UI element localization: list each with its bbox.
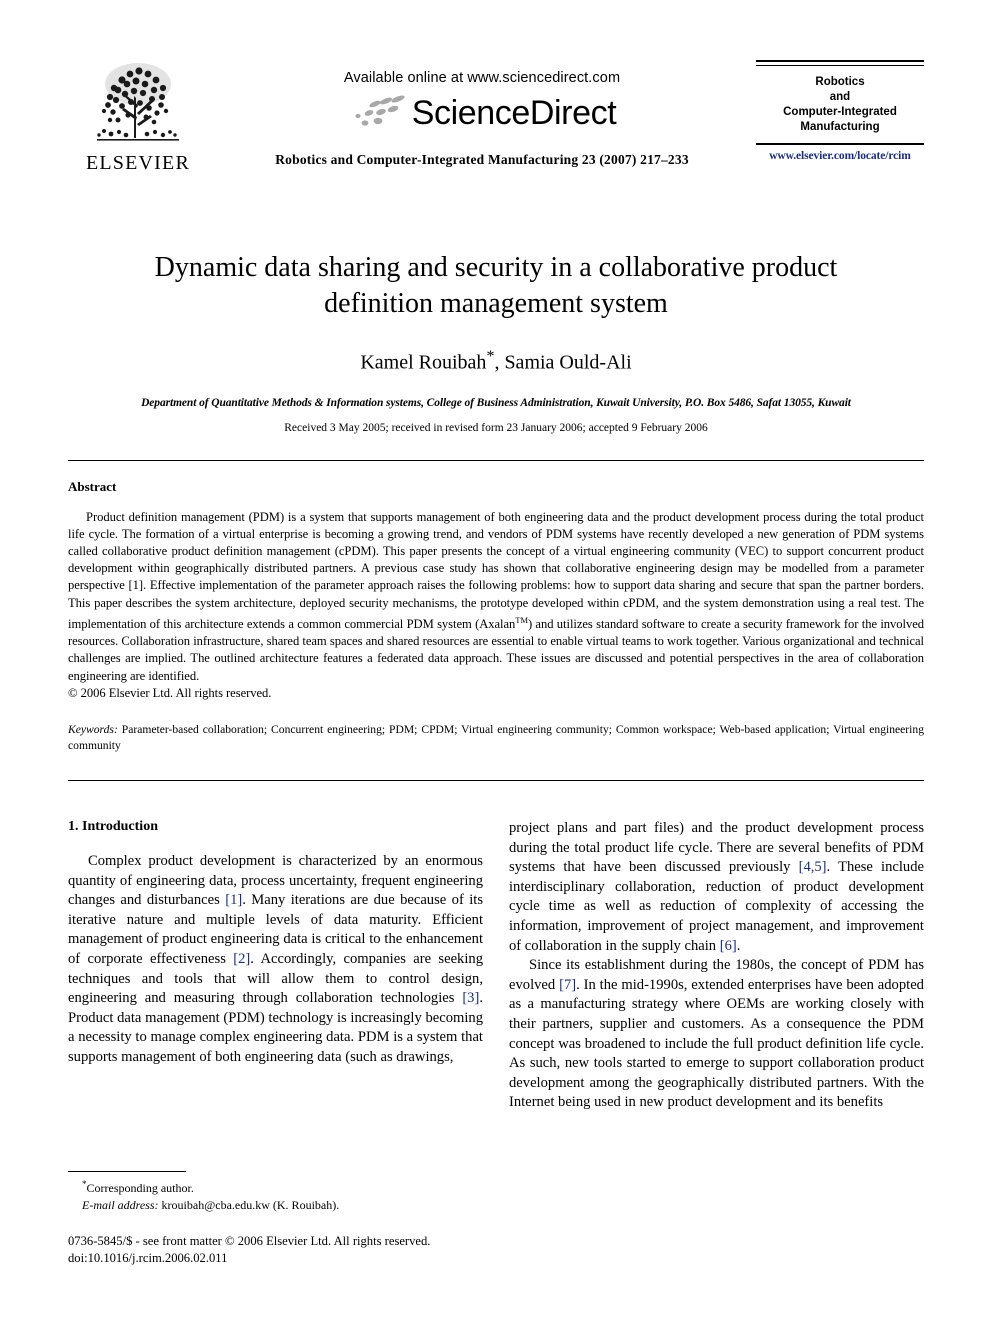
elsevier-tree-icon <box>97 63 179 141</box>
doi-line[interactable]: doi:10.1016/j.rcim.2006.02.011 <box>68 1250 498 1267</box>
journal-homepage-link[interactable]: www.elsevier.com/locate/rcim <box>756 150 924 162</box>
elsevier-wordmark: ELSEVIER <box>85 152 191 174</box>
keywords-line: Keywords: Parameter-based collaboration;… <box>68 722 924 754</box>
abstract-heading: Abstract <box>68 478 117 494</box>
journal-name-line-3: Computer-Integrated <box>783 106 897 118</box>
journal-name-line-2: and <box>829 91 851 103</box>
author-name-primary: Kamel Rouibah <box>360 351 487 374</box>
corresponding-author-text: Corresponding author. <box>86 1181 194 1195</box>
body-columns: 1. Introduction Complex product developm… <box>68 819 924 1113</box>
footnote-area: *Corresponding author. E-mail address: k… <box>68 1171 498 1267</box>
abstract-bottom-rule <box>68 780 924 782</box>
citation-ref-4-5[interactable]: [4,5] <box>799 859 827 875</box>
citation-ref-6[interactable]: [6] <box>720 938 737 954</box>
journal-name-line-4: Manufacturing <box>800 121 880 133</box>
author-name-secondary: , Samia Ould-Ali <box>494 351 632 374</box>
corresponding-author-note: *Corresponding author. <box>68 1176 498 1197</box>
keywords-label: Keywords: <box>68 723 118 737</box>
citation-ref-3[interactable]: [3] <box>462 990 479 1006</box>
email-label: E-mail address: <box>82 1197 159 1212</box>
paragraph-intro-1: Complex product development is character… <box>68 852 483 1068</box>
email-address[interactable]: krouibah@cba.edu.kw (K. Rouibah). <box>159 1198 340 1212</box>
elsevier-logo: ELSEVIER <box>68 58 208 175</box>
journal-citation-line: Robotics and Computer-Integrated Manufac… <box>275 152 689 167</box>
abstract-top-rule <box>68 459 924 461</box>
trademark-marker: TM <box>515 614 528 625</box>
author-list: Kamel Rouibah*, Samia Ould-Ali <box>68 348 924 375</box>
journal-title-box: Robotics and Computer-Integrated Manufac… <box>756 58 924 162</box>
sciencedirect-wordmark: ScienceDirect <box>411 93 617 132</box>
journal-name: Robotics and Computer-Integrated Manufac… <box>756 75 924 135</box>
footnote-rule <box>68 1171 186 1172</box>
section-heading-introduction: 1. Introduction <box>68 819 158 835</box>
citation-ref-2[interactable]: [2] <box>233 951 250 967</box>
page-title: Dynamic data sharing and security in a c… <box>154 252 838 319</box>
abstract-text-part-1: Product definition management (PDM) is a… <box>68 509 924 632</box>
article-history: Received 3 May 2005; received in revised… <box>284 421 708 434</box>
citation-ref-1[interactable]: [1] <box>225 892 242 908</box>
paragraph-intro-2: Since its establishment during the 1980s… <box>509 956 924 1113</box>
journal-box-top-rule <box>756 60 924 66</box>
email-note: E-mail address: krouibah@cba.edu.kw (K. … <box>68 1197 498 1214</box>
imprint-block: 0736-5845/$ - see front matter © 2006 El… <box>68 1233 498 1267</box>
masthead: ELSEVIER Available online at www.science… <box>68 0 924 208</box>
sciencedirect-swoosh-icon <box>355 95 405 126</box>
right-column: project plans and part files) and the pr… <box>509 819 924 1113</box>
abstract-copyright: © 2006 Elsevier Ltd. All rights reserved… <box>68 685 272 700</box>
affiliation: Department of Quantitative Methods & Inf… <box>141 396 851 409</box>
sciencedirect-block: Available online at www.sciencedirect.co… <box>208 58 756 168</box>
available-online-text: Available online at www.sciencedirect.co… <box>343 70 621 86</box>
paragraph-intro-1-continued: project plans and part files) and the pr… <box>509 819 924 956</box>
journal-box-bottom-rule <box>756 143 924 145</box>
journal-name-line-1: Robotics <box>815 76 865 88</box>
left-column: 1. Introduction Complex product developm… <box>68 819 483 1113</box>
issn-front-matter: 0736-5845/$ - see front matter © 2006 El… <box>68 1234 431 1248</box>
paper-page: ELSEVIER Available online at www.science… <box>0 0 992 1323</box>
sciencedirect-logo: ScienceDirect <box>208 92 756 134</box>
intro2-text-b: . In the mid-1990s, extended enterprises… <box>509 976 924 1111</box>
intro-cont-text-c: . <box>736 937 741 954</box>
abstract-text: Product definition management (PDM) is a… <box>68 509 924 702</box>
citation-ref-7[interactable]: [7] <box>559 977 576 993</box>
keywords-value: Parameter-based collaboration; Concurren… <box>68 723 924 753</box>
title-area: Dynamic data sharing and security in a c… <box>68 250 924 434</box>
